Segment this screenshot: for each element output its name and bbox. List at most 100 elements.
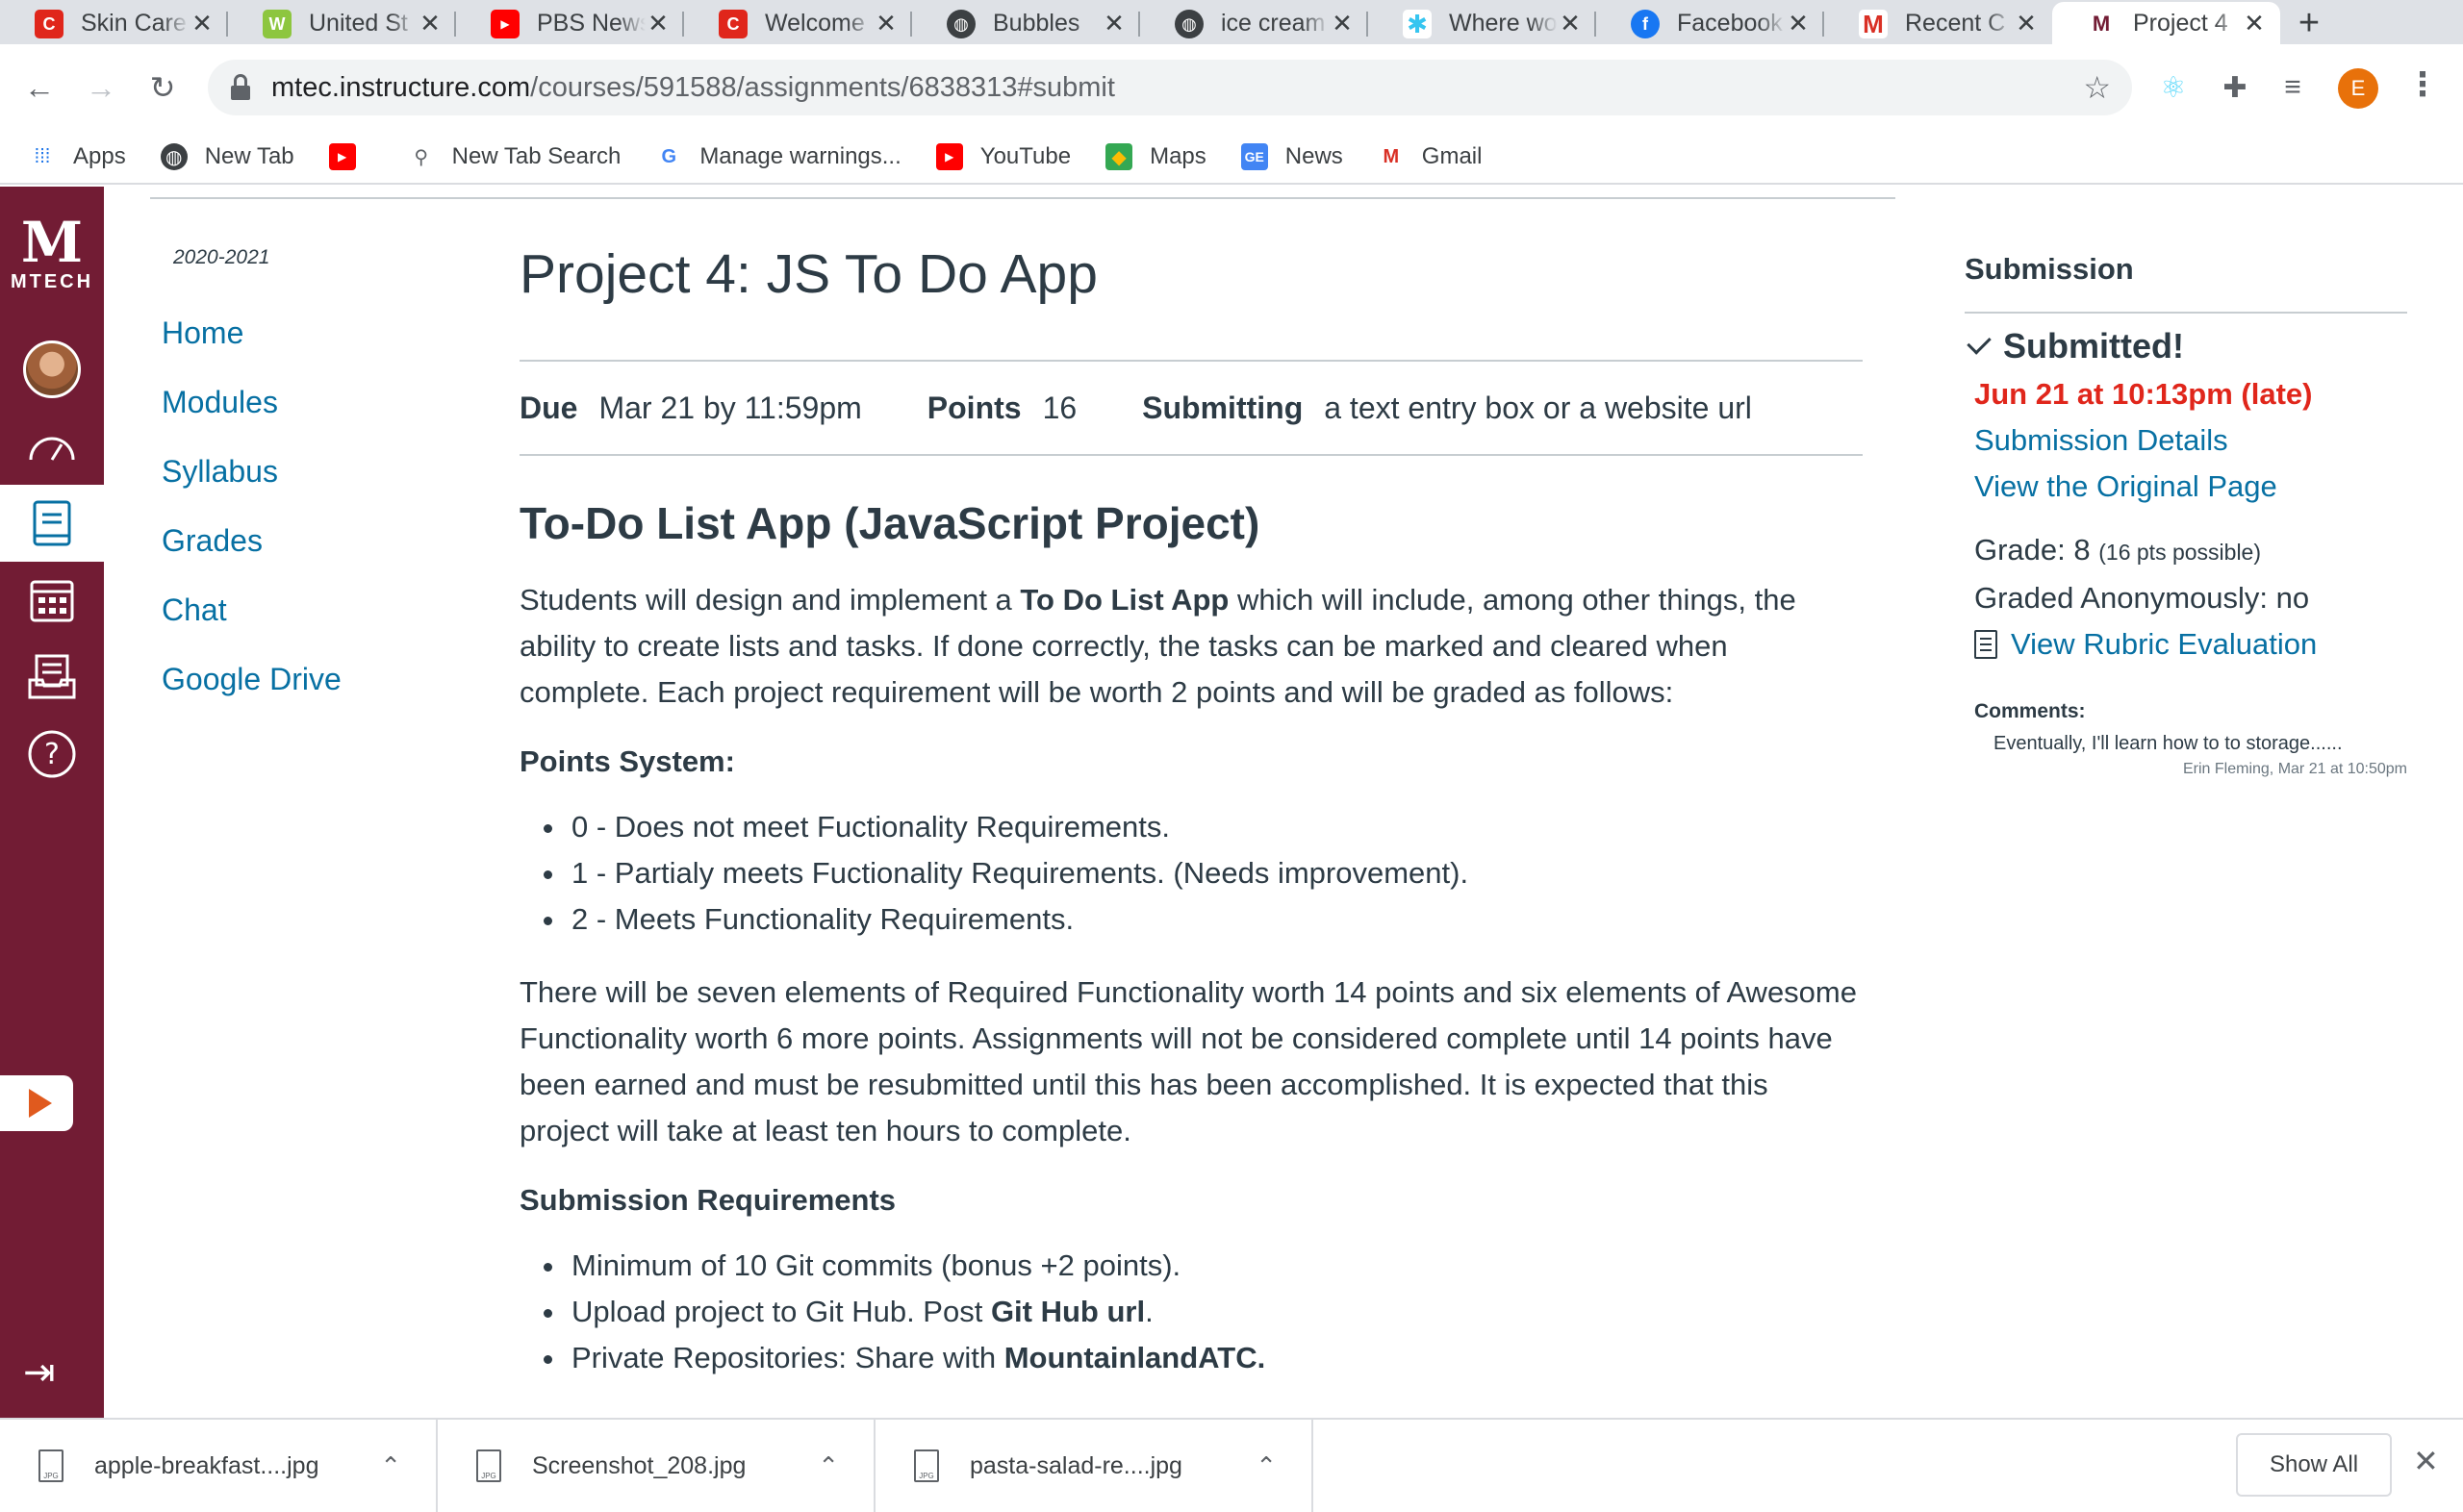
bookmark-new-tab-search[interactable]: ⚲ New Tab Search: [408, 143, 621, 170]
view-original-page-link[interactable]: View the Original Page: [1974, 464, 2407, 510]
tab-title: United St: [309, 9, 408, 37]
course-nav-syllabus[interactable]: Syllabus: [162, 444, 342, 514]
url-text[interactable]: mtec.instructure.com/courses/591588/assi…: [271, 72, 1115, 104]
youtube-icon: ▶: [935, 143, 963, 170]
tab-title: Welcome: [765, 9, 865, 37]
globe-icon: ◍: [160, 143, 188, 170]
bookmark-gmail[interactable]: M Gmail: [1378, 143, 1482, 170]
points-system-list: 0 - Does not meet Fuctionality Requireme…: [568, 804, 1863, 943]
close-icon[interactable]: ✕: [1330, 9, 1355, 38]
download-item[interactable]: JPG apple-breakfast....jpg ⌃: [0, 1419, 438, 1512]
comment-text: Eventually, I'll learn how to to storage…: [1993, 733, 2343, 754]
points-system-heading: Points System:: [520, 744, 735, 778]
chrome-menu-icon[interactable]: ⋮: [2403, 65, 2442, 110]
mtech-icon: M: [2087, 10, 2116, 38]
browser-tab[interactable]: M Recent C ✕: [1824, 2, 2052, 44]
close-icon[interactable]: ✕: [874, 9, 899, 38]
w-green-icon: W: [263, 10, 292, 38]
list-item: Upload project to Git Hub. Post Git Hub …: [568, 1289, 1863, 1335]
bookmark-new-tab[interactable]: ◍ New Tab: [160, 143, 294, 170]
submission-details-link[interactable]: Submission Details: [1974, 417, 2407, 464]
course-nav-google-drive[interactable]: Google Drive: [162, 652, 342, 721]
slack-icon: ✱: [1403, 10, 1432, 38]
address-bar[interactable]: mtec.instructure.com/courses/591588/assi…: [208, 60, 2132, 115]
bookmark-apps[interactable]: ⁞⁞⁞ Apps: [29, 143, 126, 170]
course-nav-grades[interactable]: Grades: [162, 514, 342, 583]
collapse-nav-icon[interactable]: ⇥: [23, 1350, 56, 1395]
help-nav-item[interactable]: ?: [0, 716, 104, 793]
browser-tab[interactable]: f Facebook ✕: [1596, 2, 1824, 44]
bookmark-youtube[interactable]: ▶ YouTube: [935, 143, 1071, 170]
account-nav-item[interactable]: [0, 331, 104, 408]
show-all-button[interactable]: Show All: [2236, 1433, 2392, 1497]
checkmark-icon: [1967, 330, 1992, 355]
bookmark-manage-warnings[interactable]: G Manage warnings...: [655, 143, 901, 170]
browser-tab-active[interactable]: M Project 4 ✕: [2052, 2, 2280, 44]
studio-play-button[interactable]: [0, 1075, 73, 1131]
youtube-icon: ▶: [328, 143, 356, 170]
inbox-nav-item[interactable]: [0, 639, 104, 716]
chevron-up-icon[interactable]: ⌃: [380, 1451, 401, 1481]
chevron-up-icon[interactable]: ⌃: [1256, 1451, 1277, 1481]
close-icon[interactable]: ✕: [1786, 9, 1811, 38]
close-icon[interactable]: ✕: [190, 9, 215, 38]
jpeg-file-icon: JPG: [476, 1449, 501, 1482]
browser-toolbar: ← → ↻ mtec.instructure.com/courses/59158…: [0, 44, 2463, 131]
download-item[interactable]: JPG Screenshot_208.jpg ⌃: [438, 1419, 876, 1512]
course-nav-chat[interactable]: Chat: [162, 583, 342, 652]
close-icon[interactable]: ✕: [646, 9, 671, 38]
extensions-puzzle-icon[interactable]: ✚: [2213, 65, 2257, 110]
close-icon[interactable]: ✕: [1102, 9, 1127, 38]
tab-title: Where wo: [1449, 9, 1558, 37]
submission-status: Submitted!: [1965, 321, 2407, 371]
new-tab-button[interactable]: +: [2280, 2, 2338, 44]
browser-tab[interactable]: ▶ PBS News ✕: [456, 2, 684, 44]
courses-nav-item[interactable]: [0, 485, 104, 562]
back-button[interactable]: ←: [17, 65, 62, 110]
course-nav-home[interactable]: Home: [162, 306, 342, 375]
points-label: Points: [927, 390, 1022, 425]
browser-tab[interactable]: ◍ ice cream ✕: [1140, 2, 1368, 44]
lock-icon: [231, 74, 250, 101]
jpeg-file-icon: JPG: [38, 1449, 63, 1482]
bookmark-star-icon[interactable]: ☆: [2083, 69, 2111, 106]
news-icon: GE: [1240, 143, 1268, 170]
close-icon[interactable]: ✕: [2242, 9, 2267, 38]
tab-strip: C Skin Care ✕ W United St ✕ ▶ PBS News ✕…: [0, 0, 2463, 44]
calendar-nav-item[interactable]: [0, 562, 104, 639]
chevron-up-icon[interactable]: ⌃: [818, 1451, 839, 1481]
browser-tab[interactable]: C Welcome ✕: [684, 2, 912, 44]
react-devtools-icon[interactable]: ⚛: [2151, 65, 2196, 110]
download-shelf: JPG apple-breakfast....jpg ⌃ JPG Screens…: [0, 1418, 2463, 1512]
jpeg-file-icon: JPG: [914, 1449, 939, 1482]
close-icon[interactable]: ✕: [2413, 1443, 2439, 1479]
view-rubric-link[interactable]: View Rubric Evaluation: [2011, 621, 2317, 668]
tab-title: Project 4: [2133, 9, 2228, 37]
browser-tab[interactable]: ✱ Where wo ✕: [1368, 2, 1596, 44]
dashboard-nav-item[interactable]: [0, 408, 104, 485]
graded-anonymously: Graded Anonymously: no: [1974, 581, 2310, 615]
close-icon[interactable]: ✕: [2014, 9, 2039, 38]
forward-button[interactable]: →: [79, 65, 123, 110]
media-queue-icon[interactable]: ≡: [2271, 65, 2315, 110]
close-icon[interactable]: ✕: [418, 9, 443, 38]
course-nav-modules[interactable]: Modules: [162, 375, 342, 444]
submission-requirements-heading: Submission Requirements: [520, 1183, 897, 1217]
rubric-clipboard-icon: [1974, 630, 1997, 659]
avatar: [23, 340, 81, 398]
submission-heading: Submission: [1965, 252, 2407, 314]
browser-tab[interactable]: C Skin Care ✕: [0, 2, 228, 44]
comments-label: Comments:: [1974, 700, 2086, 722]
gmail-icon: M: [1383, 145, 1400, 167]
globe-icon: ◍: [947, 10, 976, 38]
browser-tab[interactable]: ◍ Bubbles ✕: [912, 2, 1140, 44]
close-icon[interactable]: ✕: [1558, 9, 1583, 38]
bookmark-maps[interactable]: ◆ Maps: [1105, 143, 1206, 170]
browser-tab[interactable]: W United St ✕: [228, 2, 456, 44]
bookmark-youtube-icon-only[interactable]: ▶: [328, 143, 373, 170]
reload-button[interactable]: ↻: [140, 65, 185, 110]
mtech-logo[interactable]: M MTECH: [0, 214, 104, 293]
download-item[interactable]: JPG pasta-salad-re....jpg ⌃: [876, 1419, 1313, 1512]
bookmark-news[interactable]: GE News: [1240, 143, 1343, 170]
profile-avatar[interactable]: E: [2338, 68, 2378, 109]
